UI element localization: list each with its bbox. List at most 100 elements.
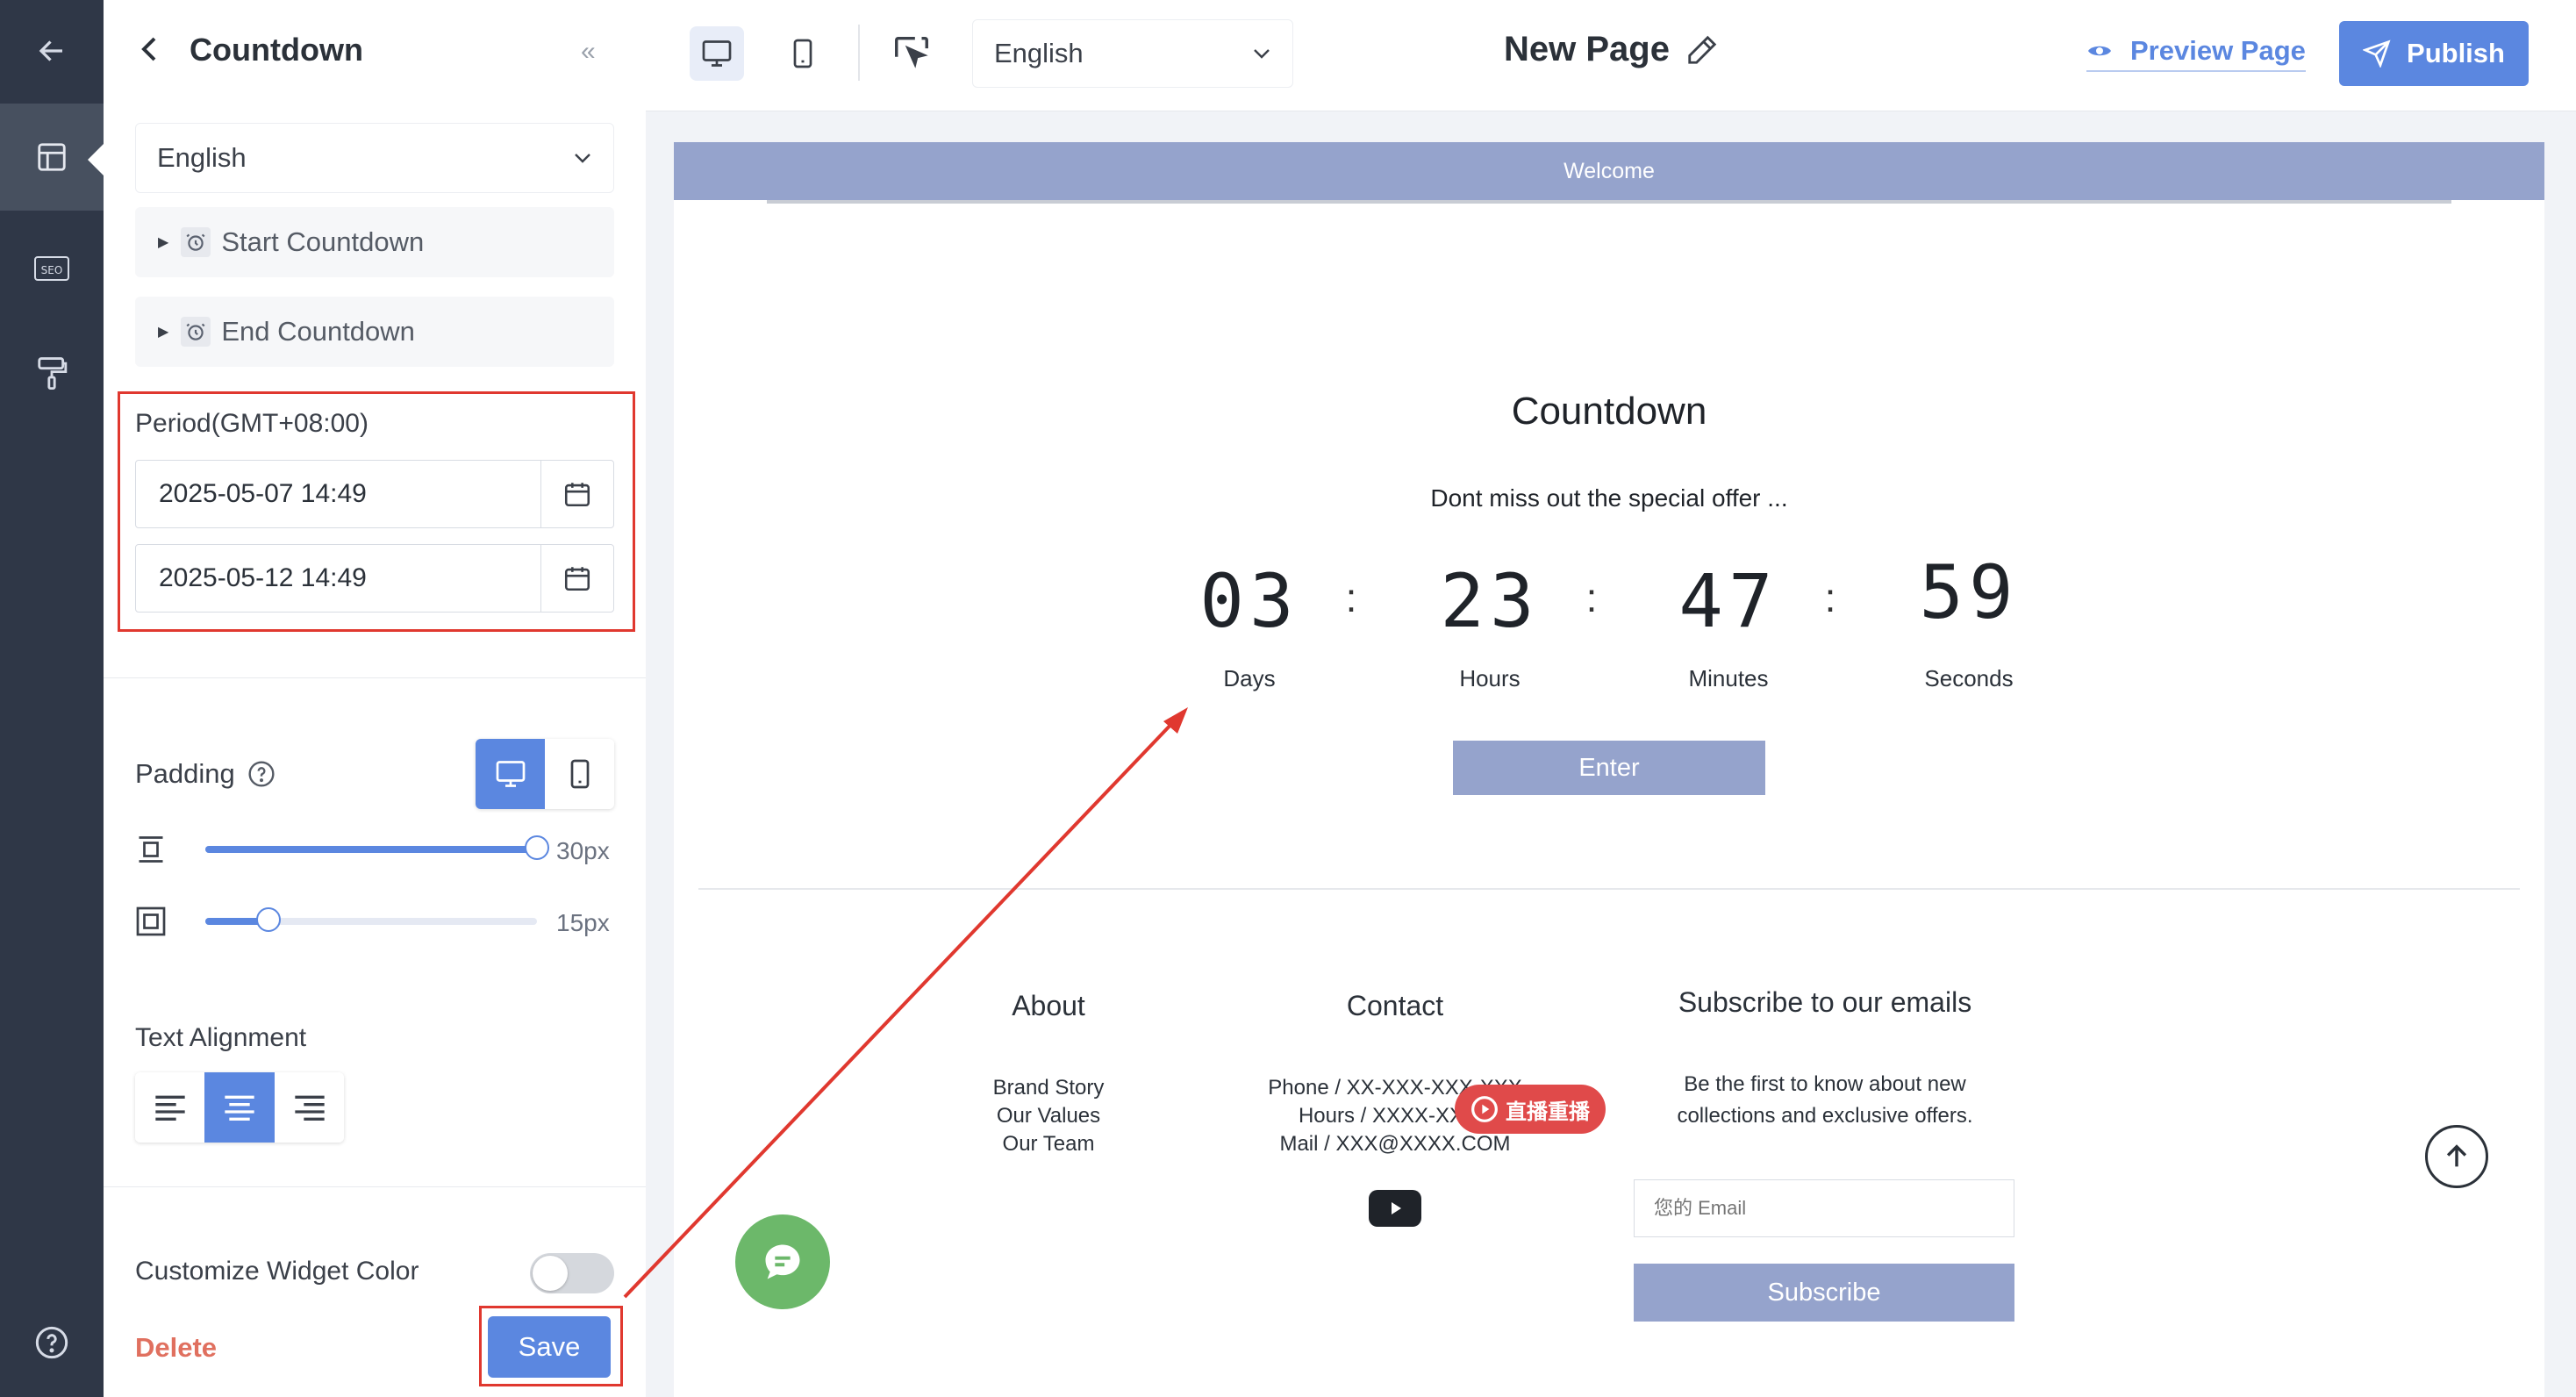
pencil-icon[interactable] [1685, 33, 1719, 67]
end-countdown-row[interactable]: ▶ End Countdown [135, 297, 614, 367]
desktop-icon [496, 761, 525, 787]
align-right-icon [294, 1095, 325, 1121]
vertical-padding-slider[interactable] [205, 835, 549, 860]
align-left-button[interactable] [135, 1072, 204, 1143]
preview-page-link[interactable]: Preview Page [2086, 35, 2306, 72]
about-link[interactable]: Our Values [895, 1102, 1202, 1130]
horizontal-padding-icon [135, 906, 167, 942]
footer-divider [698, 888, 2520, 890]
text-alignment-label: Text Alignment [135, 1023, 307, 1052]
toggle-knob [533, 1256, 568, 1291]
email-input[interactable] [1634, 1179, 2014, 1237]
publish-label: Publish [2407, 38, 2505, 68]
desktop-toggle-button[interactable] [476, 739, 545, 809]
cursor-select-icon[interactable] [891, 32, 932, 76]
horizontal-padding-value: 15px [556, 909, 610, 936]
subscribe-title: Subscribe to our emails [1678, 986, 1972, 1018]
delete-button[interactable]: Delete [135, 1332, 217, 1364]
vertical-padding-icon [135, 834, 167, 870]
vertical-padding-fill [205, 846, 537, 853]
subscribe-button[interactable]: Subscribe [1634, 1264, 2014, 1322]
section-divider [104, 677, 646, 678]
panel-back-icon[interactable] [139, 35, 160, 68]
customize-color-toggle[interactable] [530, 1253, 614, 1293]
vertical-padding-value: 30px [556, 837, 610, 864]
send-icon [2363, 39, 2391, 68]
minutes-unit: Minutes [1688, 665, 1769, 691]
section-divider [104, 1186, 646, 1187]
back-arrow-icon[interactable] [0, 19, 104, 82]
save-highlight-box [479, 1306, 623, 1386]
start-countdown-label: Start Countdown [221, 226, 425, 257]
toolbar-divider [858, 25, 860, 81]
start-countdown-row[interactable]: ▶ Start Countdown [135, 207, 614, 277]
welcome-bar[interactable]: Welcome [674, 142, 2544, 200]
seo-icon[interactable]: SEO [0, 233, 104, 304]
page-canvas: Welcome Countdown Dont miss out the spec… [674, 142, 2544, 1397]
arrow-up-icon [2446, 1144, 2467, 1167]
hours-unit: Hours [1459, 665, 1521, 691]
subscribe-text-line: Be the first to know about new [1684, 1072, 1966, 1096]
panel-title: Countdown [190, 32, 363, 68]
play-circle-icon [1471, 1096, 1498, 1122]
end-countdown-label: End Countdown [221, 316, 415, 347]
horizontal-padding-slider[interactable] [205, 907, 537, 932]
about-title: About [1012, 990, 1085, 1021]
caret-right-icon: ▶ [158, 325, 169, 340]
vertical-padding-handle[interactable] [525, 835, 549, 860]
contact-mail: Mail / XXX@XXXX.COM [1279, 1132, 1511, 1156]
seconds-unit: Seconds [1924, 665, 2014, 691]
customize-color-label: Customize Widget Color [135, 1257, 419, 1286]
mobile-view-button[interactable] [776, 26, 830, 81]
top-language-value: English [994, 38, 1084, 68]
minutes-value: 47 [1678, 558, 1778, 644]
mobile-toggle-button[interactable] [545, 739, 614, 809]
active-notch [88, 144, 104, 176]
collapse-panel-icon[interactable]: « [581, 37, 596, 67]
chevron-down-icon [575, 154, 590, 163]
days-value: 03 [1199, 558, 1299, 644]
align-left-icon [154, 1095, 185, 1121]
about-link[interactable]: Brand Story [895, 1074, 1202, 1102]
top-bar: English New Page Preview Page Publish [646, 0, 2576, 111]
page-title-group: New Page [1504, 30, 1719, 69]
timer-separator: : [1824, 575, 1836, 620]
svg-text:SEO: SEO [41, 264, 63, 276]
desktop-view-button[interactable] [690, 26, 744, 81]
days-unit: Days [1223, 665, 1276, 691]
left-rail: SEO [0, 0, 104, 1397]
alarm-clock-icon [181, 317, 211, 347]
youtube-icon[interactable] [1369, 1190, 1421, 1227]
subscribe-text-line: collections and exclusive offers. [1677, 1104, 1973, 1128]
desktop-icon [702, 40, 732, 67]
device-toggle [476, 739, 614, 809]
paint-roller-icon[interactable] [0, 339, 104, 409]
seconds-value: 59 [1919, 549, 2019, 635]
question-icon[interactable] [247, 760, 275, 788]
enter-button[interactable]: Enter [1453, 741, 1765, 795]
chat-button[interactable] [735, 1214, 830, 1309]
contact-title: Contact [1346, 990, 1444, 1021]
live-replay-label: 直播重播 [1506, 1099, 1590, 1124]
align-center-button[interactable] [204, 1072, 275, 1143]
padding-label-text: Padding [135, 758, 235, 789]
language-select[interactable]: English [135, 123, 614, 193]
padding-label: Padding [135, 758, 275, 790]
top-language-select[interactable]: English [972, 19, 1293, 88]
live-replay-badge[interactable]: 直播重播 [1455, 1085, 1606, 1134]
back-to-top-button[interactable] [2425, 1125, 2488, 1188]
page-title: New Page [1504, 30, 1670, 68]
timer-separator: : [1345, 575, 1357, 620]
timer-separator: : [1585, 575, 1598, 620]
alarm-clock-icon [181, 227, 211, 257]
welcome-underline [767, 200, 2451, 204]
about-link[interactable]: Our Team [895, 1130, 1202, 1158]
hours-value: 23 [1440, 558, 1540, 644]
help-icon[interactable] [0, 1307, 104, 1378]
horizontal-padding-handle[interactable] [255, 907, 281, 932]
align-right-button[interactable] [275, 1072, 344, 1143]
align-center-icon [225, 1095, 254, 1121]
alignment-group [135, 1072, 344, 1143]
preview-page-label: Preview Page [2130, 35, 2306, 66]
publish-button[interactable]: Publish [2339, 21, 2529, 86]
